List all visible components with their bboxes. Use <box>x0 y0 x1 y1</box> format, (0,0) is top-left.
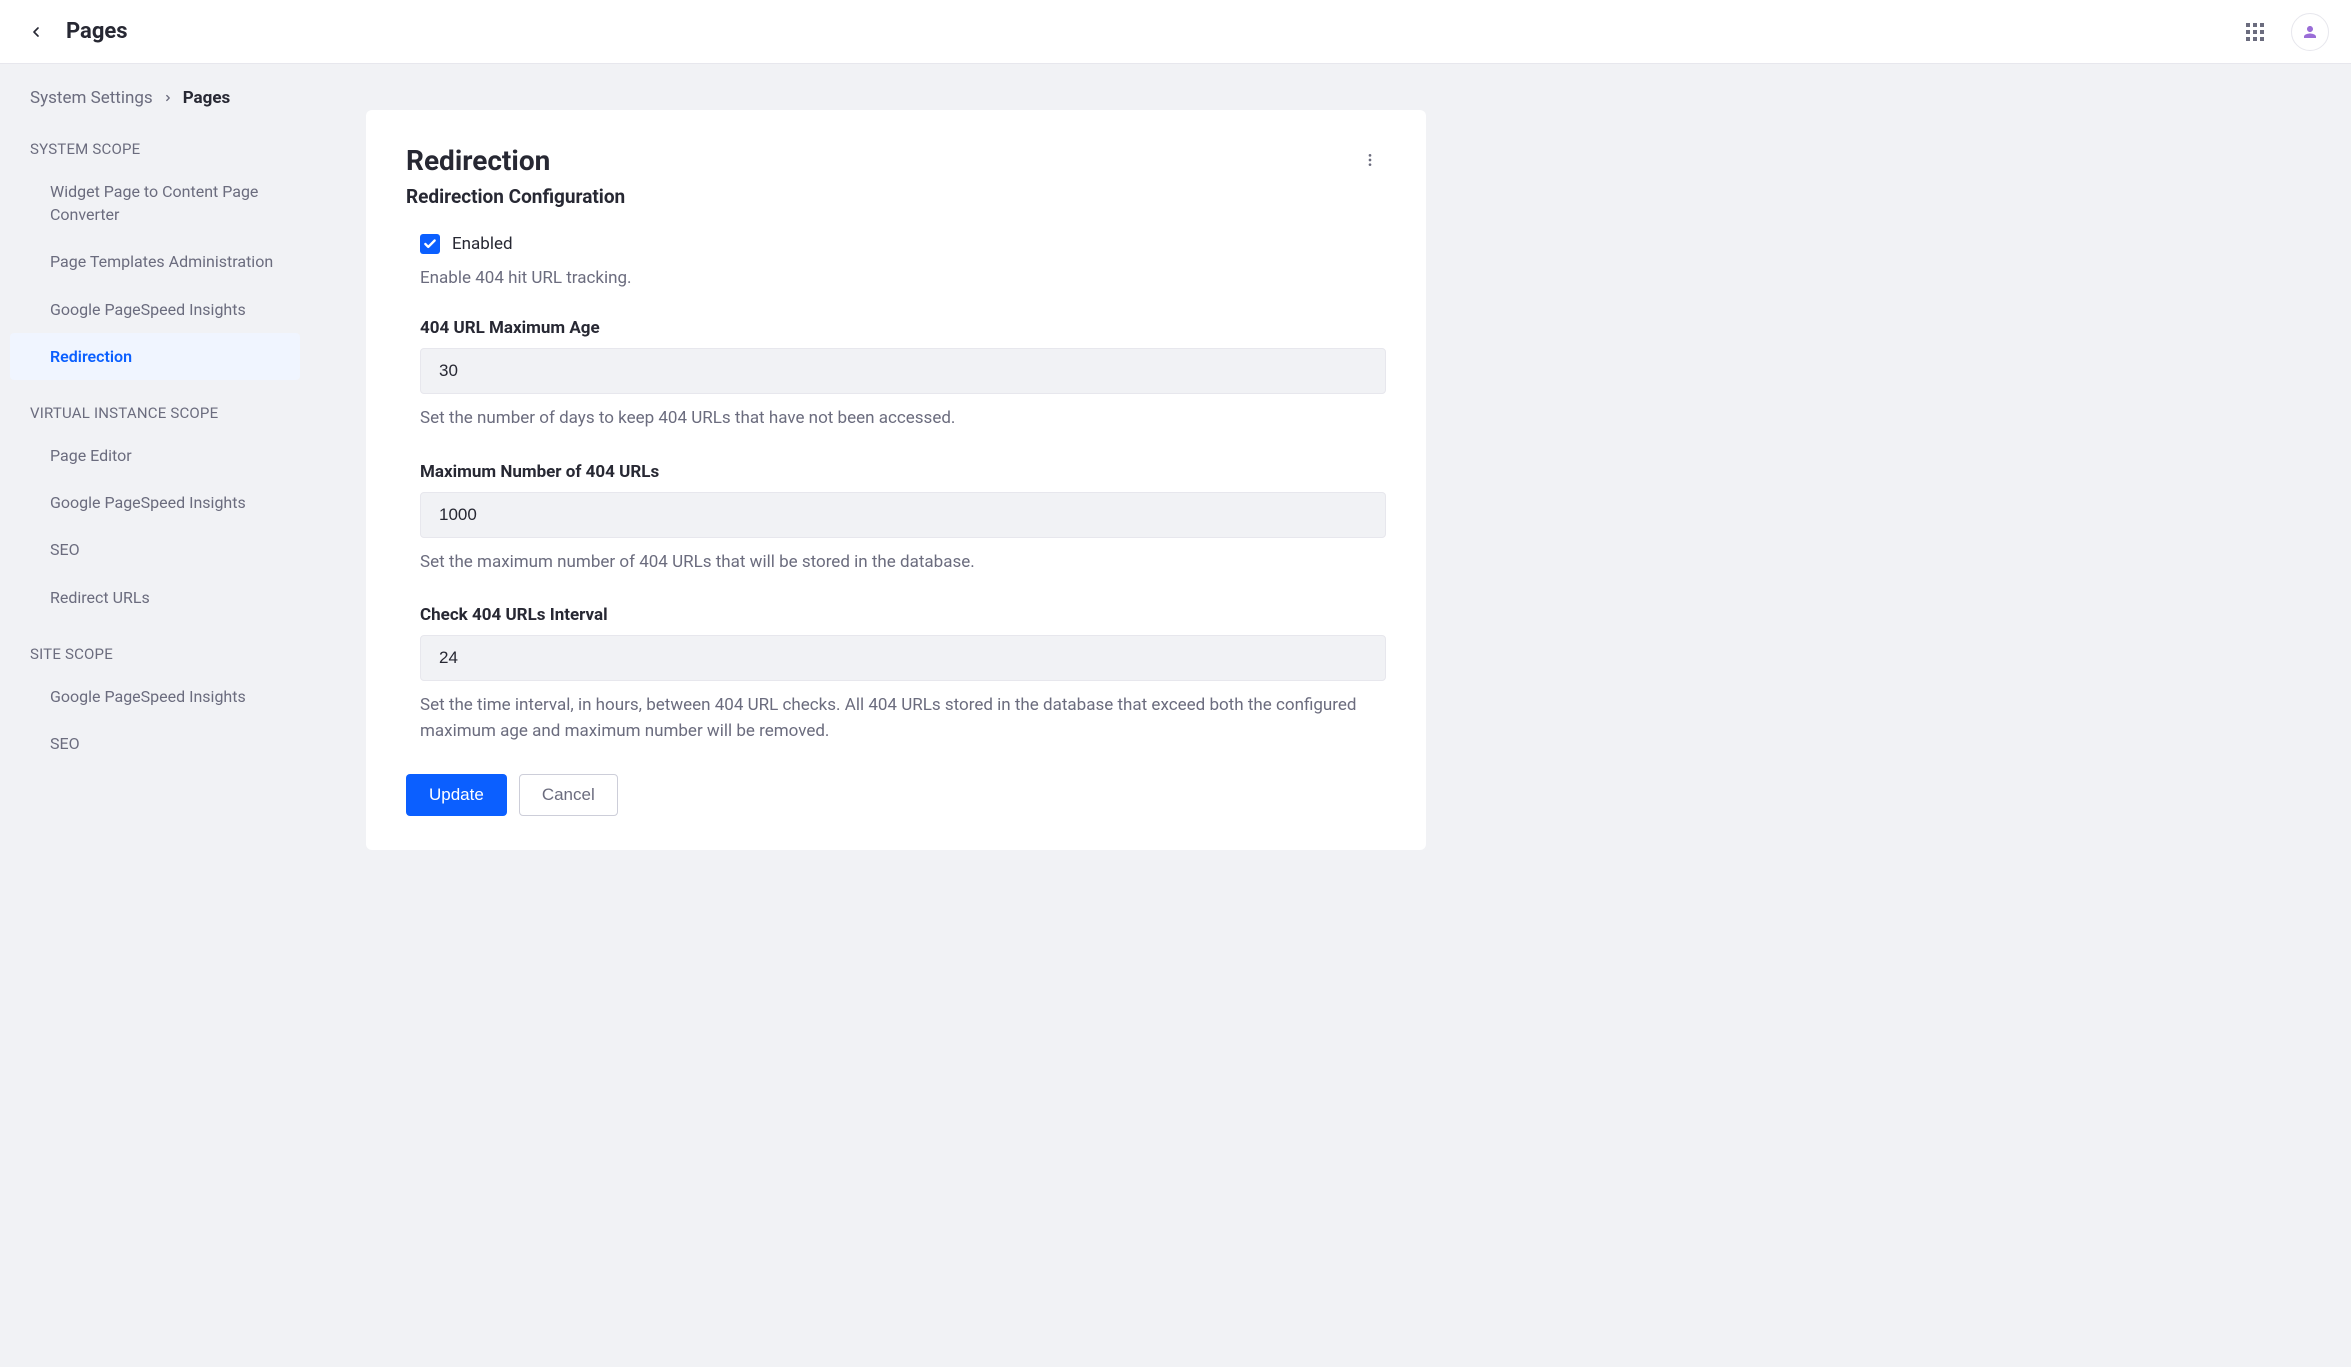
topbar-right <box>2237 13 2329 51</box>
main-content: Redirection Redirection Configuration En… <box>310 64 2351 1367</box>
field-interval: Check 404 URLs Interval Set the time int… <box>420 605 1386 744</box>
max-urls-label: Maximum Number of 404 URLs <box>420 462 1386 482</box>
interval-label: Check 404 URLs Interval <box>420 605 1386 625</box>
sidebar-item-redirect-urls[interactable]: Redirect URLs <box>10 574 300 621</box>
max-urls-input[interactable] <box>420 492 1386 538</box>
sidebar-item-seo-virtual[interactable]: SEO <box>10 526 300 573</box>
apps-menu-button[interactable] <box>2237 14 2273 50</box>
sidebar-item-google-pagespeed-site[interactable]: Google PageSpeed Insights <box>10 673 300 720</box>
sidebar: System Settings Pages SYSTEM SCOPE Widge… <box>0 64 310 1367</box>
enabled-checkbox[interactable] <box>420 234 440 254</box>
topbar-left: Pages <box>20 16 128 48</box>
card-actions-button[interactable] <box>1354 144 1386 176</box>
sidebar-item-google-pagespeed-virtual[interactable]: Google PageSpeed Insights <box>10 479 300 526</box>
max-urls-help: Set the maximum number of 404 URLs that … <box>420 550 1386 576</box>
button-row: Update Cancel <box>406 774 1386 816</box>
field-max-age: 404 URL Maximum Age Set the number of da… <box>420 318 1386 432</box>
interval-input[interactable] <box>420 635 1386 681</box>
page-title: Pages <box>66 19 128 44</box>
enabled-checkbox-row: Enabled <box>420 234 1386 254</box>
sidebar-item-google-pagespeed-system[interactable]: Google PageSpeed Insights <box>10 286 300 333</box>
nav-list-virtual-instance: Page Editor Google PageSpeed Insights SE… <box>10 432 300 635</box>
sidebar-item-page-editor[interactable]: Page Editor <box>10 432 300 479</box>
settings-card: Redirection Redirection Configuration En… <box>366 110 1426 850</box>
topbar: Pages <box>0 0 2351 64</box>
cancel-button[interactable]: Cancel <box>519 774 618 816</box>
card-header: Redirection Redirection Configuration <box>406 144 1386 230</box>
card-subtitle: Redirection Configuration <box>406 185 625 208</box>
scope-label-system: SYSTEM SCOPE <box>10 130 300 168</box>
breadcrumb: System Settings Pages <box>10 84 300 130</box>
sidebar-item-redirection[interactable]: Redirection <box>10 333 300 380</box>
breadcrumb-current: Pages <box>183 88 231 108</box>
page-body: System Settings Pages SYSTEM SCOPE Widge… <box>0 64 2351 1367</box>
back-button[interactable] <box>20 16 52 48</box>
enabled-help: Enable 404 hit URL tracking. <box>420 268 1386 288</box>
chevron-left-icon <box>28 24 44 40</box>
nav-list-system: Widget Page to Content Page Converter Pa… <box>10 168 300 394</box>
sidebar-item-seo-site[interactable]: SEO <box>10 720 300 767</box>
scope-label-site: SITE SCOPE <box>10 635 300 673</box>
chevron-right-icon <box>163 88 173 108</box>
max-age-help: Set the number of days to keep 404 URLs … <box>420 406 1386 432</box>
user-avatar-button[interactable] <box>2291 13 2329 51</box>
field-max-urls: Maximum Number of 404 URLs Set the maxim… <box>420 462 1386 576</box>
scope-label-virtual-instance: VIRTUAL INSTANCE SCOPE <box>10 394 300 432</box>
form-section: Enabled Enable 404 hit URL tracking. 404… <box>406 234 1386 816</box>
sidebar-item-widget-page-converter[interactable]: Widget Page to Content Page Converter <box>10 168 300 238</box>
dots-vertical-icon <box>1362 152 1378 168</box>
apps-grid-icon <box>2246 23 2264 41</box>
user-icon <box>2301 23 2319 41</box>
max-age-label: 404 URL Maximum Age <box>420 318 1386 338</box>
nav-list-site: Google PageSpeed Insights SEO <box>10 673 300 781</box>
sidebar-item-page-templates-admin[interactable]: Page Templates Administration <box>10 238 300 285</box>
breadcrumb-parent[interactable]: System Settings <box>30 88 153 108</box>
card-title: Redirection <box>406 144 625 177</box>
check-icon <box>423 237 437 251</box>
update-button[interactable]: Update <box>406 774 507 816</box>
interval-help: Set the time interval, in hours, between… <box>420 693 1386 744</box>
enabled-label[interactable]: Enabled <box>452 234 513 254</box>
max-age-input[interactable] <box>420 348 1386 394</box>
